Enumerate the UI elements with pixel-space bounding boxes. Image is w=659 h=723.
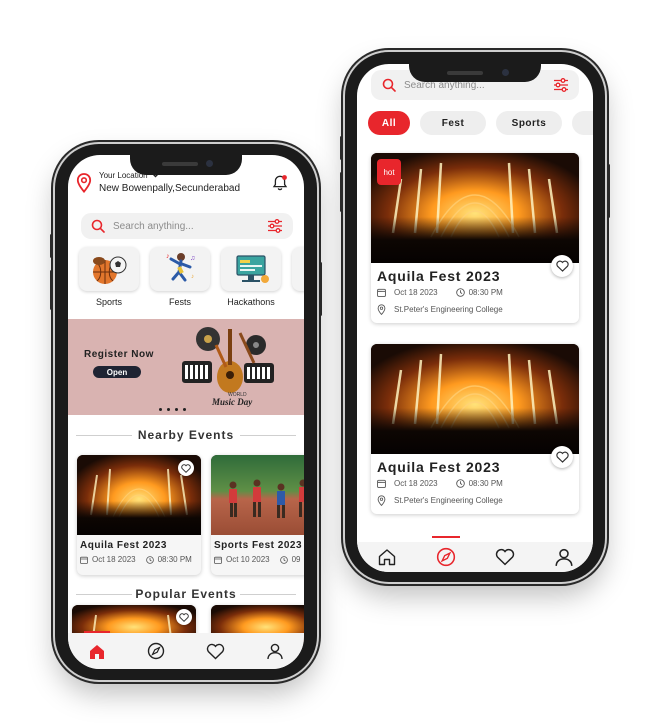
location-pin-icon xyxy=(377,495,386,506)
filter-chip-more[interactable] xyxy=(572,111,593,135)
event-date: Oct 10 2023 xyxy=(226,555,270,564)
heart-icon xyxy=(179,612,189,622)
heart-icon xyxy=(555,451,569,463)
event-title: Sports Fest 2023 xyxy=(214,540,303,551)
calendar-icon xyxy=(377,288,386,297)
category-sports[interactable]: Sports xyxy=(79,247,139,307)
clock-icon xyxy=(279,555,288,564)
popular-events-heading: Popular Events xyxy=(68,587,304,601)
search-input[interactable]: Search anything... xyxy=(113,221,267,232)
right-phone-screen: Search anything... All Fest Sports hot A… xyxy=(357,64,593,572)
event-meta: Oct 10 2023 09 xyxy=(214,555,301,564)
heart-icon xyxy=(181,463,191,473)
event-meta: Oct 18 2023 08:30 PM xyxy=(80,555,192,564)
hackathon-screen-icon xyxy=(236,255,269,283)
event-title: Aquila Fest 2023 xyxy=(80,540,167,551)
category-hackathons[interactable]: Hackathons xyxy=(221,247,281,307)
location-value: New Bowenpally,Secunderabad xyxy=(99,183,241,194)
filter-chip-all[interactable]: All xyxy=(368,111,410,135)
nearby-events-heading: Nearby Events xyxy=(68,428,304,442)
left-phone-frame: Your Location New Bowenpally,Secunderaba… xyxy=(50,144,322,680)
event-title: Aquila Fest 2023 xyxy=(377,268,501,284)
nearby-event-card[interactable]: Sports Fest 2023 Oct 10 2023 09 xyxy=(211,455,304,575)
promo-banner[interactable]: Register Now Open WORLD Music Day xyxy=(68,319,304,415)
event-time: 08:30 PM xyxy=(468,288,503,297)
favorite-button[interactable] xyxy=(551,446,573,468)
filter-chip-sports[interactable]: Sports xyxy=(496,111,562,135)
event-image xyxy=(211,455,304,535)
clock-icon xyxy=(145,555,154,564)
bottom-nav-bar xyxy=(357,536,593,572)
category-label: Sports xyxy=(95,297,122,307)
hot-badge: hot xyxy=(377,159,401,185)
sports-balls-icon xyxy=(93,256,127,284)
search-bar[interactable]: Search anything... xyxy=(81,213,293,239)
heart-icon[interactable] xyxy=(495,548,515,566)
calendar-icon xyxy=(80,556,88,564)
profile-icon[interactable] xyxy=(266,642,284,660)
event-time: 08:30 PM xyxy=(157,555,192,564)
event-image xyxy=(371,153,579,263)
event-image xyxy=(371,344,579,454)
event-venue-row: St.Peter's Engineering College xyxy=(377,304,503,315)
event-date: Oct 18 2023 xyxy=(394,288,438,297)
event-date: Oct 18 2023 xyxy=(394,479,438,488)
event-time: 08:30 PM xyxy=(468,479,503,488)
category-label: Fests xyxy=(168,297,191,307)
banner-page-dots[interactable] xyxy=(159,408,186,411)
heart-icon xyxy=(555,260,569,272)
event-time: 09 xyxy=(291,555,301,564)
category-label: Hackathons xyxy=(227,297,275,307)
location-pin-icon xyxy=(76,173,92,198)
search-icon xyxy=(91,219,105,233)
profile-icon[interactable] xyxy=(554,547,574,567)
svg-text:♪: ♪ xyxy=(166,253,170,260)
filter-sliders-icon[interactable] xyxy=(267,219,283,233)
nearby-event-card[interactable]: Aquila Fest 2023 Oct 18 2023 08:30 PM xyxy=(77,455,201,575)
music-instruments-illustration: WORLD Music Day xyxy=(182,327,274,407)
location-pin-icon xyxy=(377,304,386,315)
filter-chip-fest[interactable]: Fest xyxy=(420,111,486,135)
event-venue: St.Peter's Engineering College xyxy=(394,305,503,314)
favorite-button[interactable] xyxy=(176,609,192,625)
svg-text:♫: ♫ xyxy=(190,255,195,262)
dancer-icon: ♪ ♫ ♪ xyxy=(166,253,195,282)
favorite-button[interactable] xyxy=(551,255,573,277)
bottom-nav-bar xyxy=(68,630,304,669)
home-icon[interactable] xyxy=(377,548,397,566)
calendar-icon xyxy=(214,556,222,564)
compass-icon[interactable] xyxy=(431,536,460,567)
heart-icon[interactable] xyxy=(206,643,225,660)
event-meta: Oct 18 2023 08:30 PM xyxy=(377,479,503,488)
banner-art-caption: Music Day xyxy=(211,397,253,407)
notification-bell-icon[interactable] xyxy=(272,174,288,197)
category-more[interactable] xyxy=(292,247,304,291)
event-card[interactable]: Aquila Fest 2023 Oct 18 2023 08:30 PM St… xyxy=(371,344,579,514)
search-icon xyxy=(382,78,396,92)
category-fests[interactable]: ♪ ♫ ♪ Fests xyxy=(150,247,210,307)
event-title: Aquila Fest 2023 xyxy=(377,459,501,475)
favorite-button[interactable] xyxy=(178,460,194,476)
banner-open-button[interactable]: Open xyxy=(93,366,141,378)
calendar-icon xyxy=(377,479,386,488)
event-venue: St.Peter's Engineering College xyxy=(394,496,503,505)
event-date: Oct 18 2023 xyxy=(92,555,136,564)
clock-icon xyxy=(455,479,465,488)
compass-icon[interactable] xyxy=(147,642,165,660)
svg-text:♪: ♪ xyxy=(191,274,194,280)
event-meta: Oct 18 2023 08:30 PM xyxy=(377,288,503,297)
left-phone-screen: Your Location New Bowenpally,Secunderaba… xyxy=(68,155,304,669)
home-icon[interactable] xyxy=(84,630,111,660)
filter-sliders-icon[interactable] xyxy=(553,78,569,92)
clock-icon xyxy=(455,288,465,297)
banner-heading: Register Now xyxy=(84,349,154,360)
event-venue-row: St.Peter's Engineering College xyxy=(377,495,503,506)
right-phone-frame: Search anything... All Fest Sports hot A… xyxy=(340,52,610,582)
event-card[interactable]: hot Aquila Fest 2023 Oct 18 2023 08:30 P… xyxy=(371,153,579,323)
